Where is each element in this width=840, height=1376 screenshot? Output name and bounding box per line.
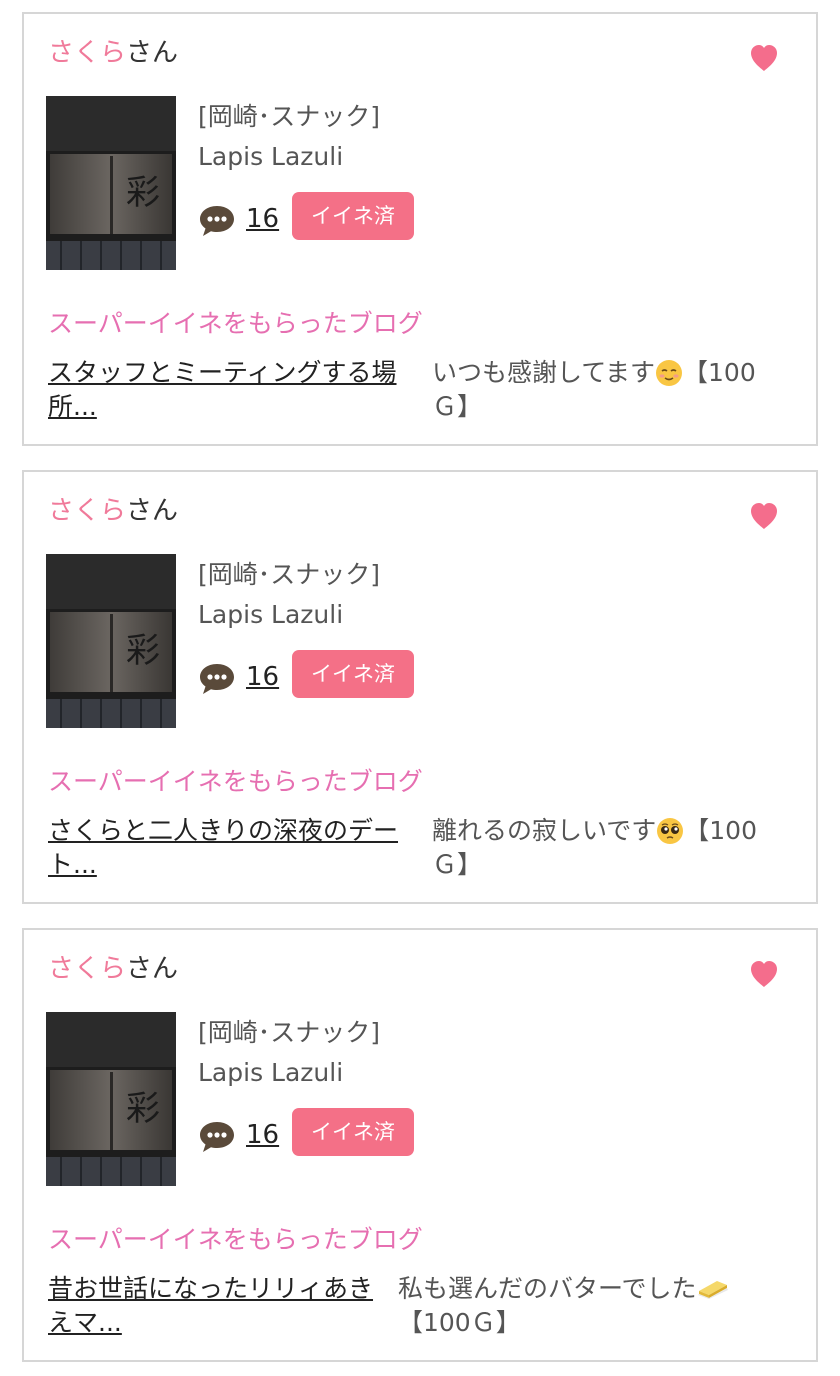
super-iine-blog-heading: スーパーイイネをもらったブログ — [48, 767, 423, 796]
heart-icon[interactable] — [748, 500, 780, 532]
relieved-face-emoji — [656, 360, 683, 386]
blog-comment-text: いつも感謝してます — [432, 358, 656, 387]
shop-title[interactable]: Lapis Lazuli — [198, 598, 380, 632]
blog-comment-text: 離れるの寂しいです — [432, 816, 657, 845]
shop-info: [岡崎･スナック] Lapis Lazuli — [198, 100, 380, 174]
blog-comment-text: 私も選んだのバターでした — [398, 1274, 697, 1303]
user-label[interactable]: さくらさん — [48, 38, 178, 68]
butter-emoji — [697, 1281, 728, 1299]
user-name[interactable]: さくら — [48, 38, 126, 68]
comment-count-link[interactable]: 16 — [246, 204, 279, 234]
blog-comment: 私も選んだのバターでした 【100Ｇ】 — [398, 1272, 786, 1340]
svg-text:彩: 彩 — [126, 1089, 160, 1129]
super-iine-blog-heading: スーパーイイネをもらったブログ — [48, 309, 423, 338]
liked-button[interactable]: イイネ済 — [292, 192, 414, 240]
user-suffix: さん — [126, 954, 179, 984]
shop-info: [岡崎･スナック] Lapis Lazuli — [198, 558, 380, 632]
user-name[interactable]: さくら — [48, 496, 126, 526]
blog-title-link[interactable]: 昔お世話になったリリィあきえマ... — [48, 1272, 388, 1340]
blog-comment: 離れるの寂しいです 【100Ｇ】 — [432, 814, 786, 882]
post-card: さくらさん 彩 [岡崎･スナック] Lapis Lazuli 16 イイネ済 ス… — [22, 470, 818, 904]
user-suffix: さん — [126, 38, 179, 68]
shop-title[interactable]: Lapis Lazuli — [198, 1056, 380, 1090]
comment-count-link[interactable]: 16 — [246, 1120, 279, 1150]
user-label[interactable]: さくらさん — [48, 496, 178, 526]
shop-thumbnail[interactable]: 彩 — [46, 554, 176, 728]
user-name[interactable]: さくら — [48, 954, 126, 984]
blog-comment: いつも感謝してます 【100Ｇ】 — [432, 356, 786, 424]
comment-count-link[interactable]: 16 — [246, 662, 279, 692]
blog-title-link[interactable]: さくらと二人きりの深夜のデート... — [48, 814, 412, 882]
speech-bubble-icon — [200, 664, 234, 694]
post-card: さくらさん 彩 [岡崎･スナック] Lapis Lazuli 16 イイネ済 ス… — [22, 928, 818, 1362]
post-card: さくらさん 彩 [岡崎･スナック] Lapis Lazuli 16 イイネ済 ス… — [22, 12, 818, 446]
user-suffix: さん — [126, 496, 179, 526]
pleading-face-emoji — [657, 818, 684, 844]
svg-text:彩: 彩 — [126, 631, 160, 671]
shop-info: [岡崎･スナック] Lapis Lazuli — [198, 1016, 380, 1090]
shop-thumbnail[interactable]: 彩 — [46, 1012, 176, 1186]
liked-button[interactable]: イイネ済 — [292, 1108, 414, 1156]
super-iine-blog-heading: スーパーイイネをもらったブログ — [48, 1225, 423, 1254]
svg-text:彩: 彩 — [126, 173, 160, 213]
speech-bubble-icon — [200, 1122, 234, 1152]
speech-bubble-icon — [200, 206, 234, 236]
shop-title[interactable]: Lapis Lazuli — [198, 140, 380, 174]
blog-comment-reward: 【100Ｇ】 — [398, 1308, 521, 1337]
shop-tag: [岡崎･スナック] — [198, 102, 381, 131]
shop-tag: [岡崎･スナック] — [198, 1018, 381, 1047]
liked-button[interactable]: イイネ済 — [292, 650, 414, 698]
heart-icon[interactable] — [748, 42, 780, 74]
shop-thumbnail[interactable]: 彩 — [46, 96, 176, 270]
shop-tag: [岡崎･スナック] — [198, 560, 381, 589]
user-label[interactable]: さくらさん — [48, 954, 178, 984]
blog-title-link[interactable]: スタッフとミーティングする場所... — [48, 356, 412, 424]
heart-icon[interactable] — [748, 958, 780, 990]
